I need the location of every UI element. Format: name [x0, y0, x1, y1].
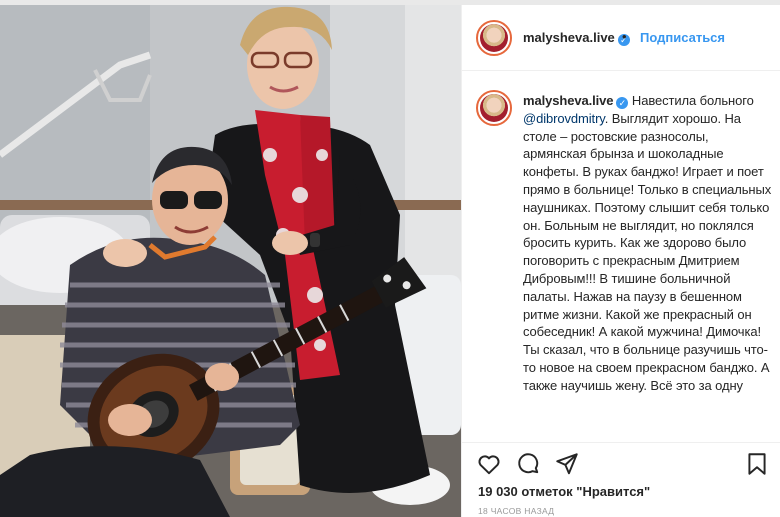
verified-badge-icon: ✓: [616, 97, 629, 109]
share-icon[interactable]: [554, 451, 580, 477]
caption-avatar-icon[interactable]: [476, 90, 512, 126]
post-photo[interactable]: [0, 5, 461, 517]
avatar-icon[interactable]: [476, 20, 512, 56]
post-caption: malysheva.live ✓ Навестила больного @dibr…: [523, 92, 773, 395]
caption-mention-link[interactable]: @dibrovdmitry: [523, 111, 605, 126]
action-bar: [462, 442, 780, 482]
comment-icon[interactable]: [515, 451, 541, 477]
caption-area[interactable]: malysheva.live ✓ Навестила больного @dibr…: [462, 72, 780, 441]
heart-icon[interactable]: [476, 451, 502, 477]
post-header: malysheva.live ✓ • Подписаться: [462, 5, 780, 71]
caption-intro: Навестила больного: [631, 93, 754, 108]
bookmark-icon[interactable]: [744, 451, 770, 477]
header-username[interactable]: malysheva.live ✓: [523, 30, 630, 46]
header-separator: •: [622, 29, 627, 44]
likes-count[interactable]: 19 030 отметок "Нравится": [478, 484, 650, 499]
post-panel: malysheva.live ✓ • Подписаться malysheva.…: [461, 5, 780, 517]
caption-body: . Выглядит хорошо. На столе – ростовские…: [523, 110, 772, 393]
follow-button[interactable]: Подписаться: [640, 30, 725, 45]
photo-illustration: [0, 5, 461, 517]
caption-username[interactable]: malysheva.live ✓: [523, 93, 629, 109]
post-timestamp[interactable]: 18 часов назад: [478, 506, 554, 516]
